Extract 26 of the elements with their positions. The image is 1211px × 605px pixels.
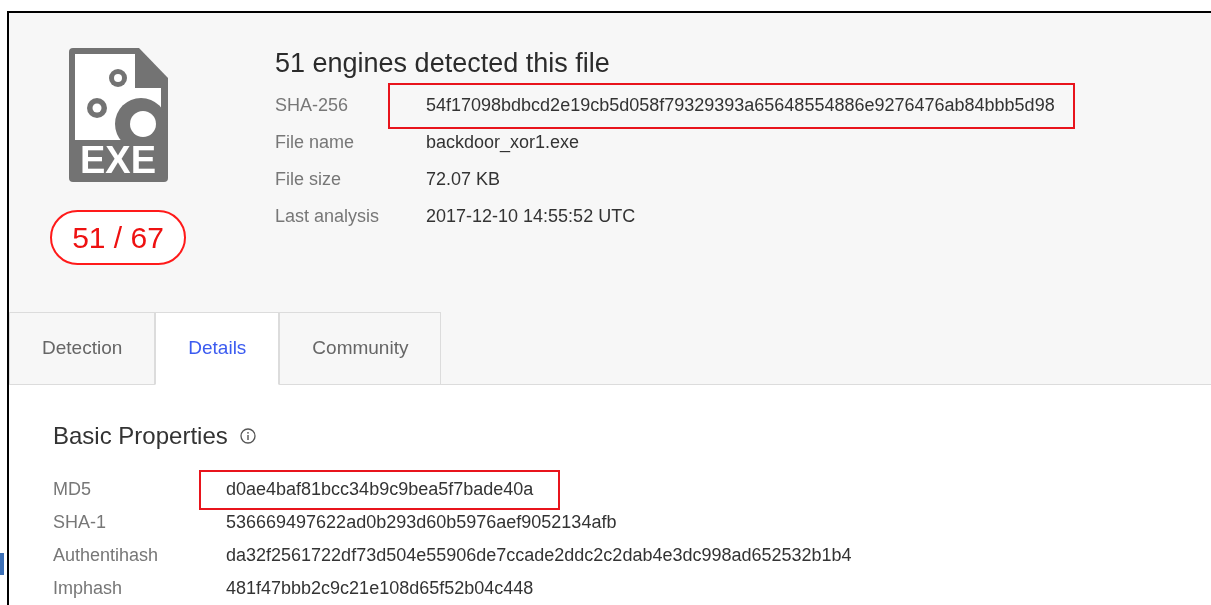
property-value: da32f2561722df73d504e55906de7ccade2ddc2c2dab4e3dc998ad652532b1b4 xyxy=(225,544,853,567)
tab[interactable]: Detection xyxy=(9,312,156,385)
property-value: 481f47bbb2c9c21e108d65f52b04c448 xyxy=(225,577,535,600)
detection-title: 51 engines detected this file xyxy=(275,47,611,79)
section-title: Basic Properties xyxy=(53,421,228,451)
file-type-label: EXE xyxy=(78,140,157,180)
exe-file-icon xyxy=(68,48,168,182)
tab[interactable]: Details xyxy=(155,312,280,385)
property-label: Authentihash xyxy=(53,544,160,567)
field-label: Last analysis xyxy=(275,205,381,228)
property-label: SHA-1 xyxy=(53,511,107,534)
field-label: SHA-256 xyxy=(275,94,350,117)
field-value: 2017-12-10 14:55:52 UTC xyxy=(425,205,637,228)
detection-ratio-badge: 51 / 67 xyxy=(50,210,186,265)
property-value: 536669497622ad0b293d60b5976aef9052134afb xyxy=(225,511,618,534)
property-label: MD5 xyxy=(53,478,92,501)
window-edge-fragment xyxy=(0,553,4,575)
field-label: File name xyxy=(275,131,356,154)
property-label: Imphash xyxy=(53,577,124,600)
field-label: File size xyxy=(275,168,342,191)
info-icon xyxy=(239,428,256,444)
field-value: 54f17098bdbcd2e19cb5d058f79329393a65648554886e9276476ab84bbb5d98 xyxy=(388,82,1075,129)
property-value: d0ae4baf81bcc34b9c9bea5f7bade40a xyxy=(199,469,561,510)
field-value: 72.07 KB xyxy=(425,168,502,191)
field-value: backdoor_xor1.exe xyxy=(425,131,581,155)
tab[interactable]: Community xyxy=(279,312,442,385)
